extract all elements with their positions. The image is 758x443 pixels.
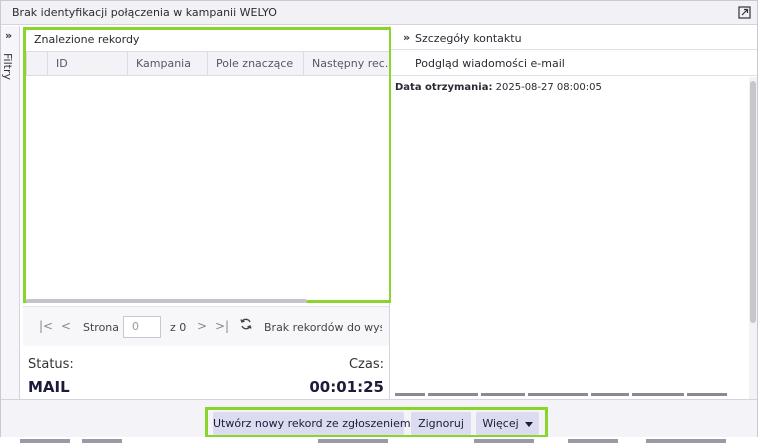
chevron-right-icon[interactable]: » [5, 29, 12, 42]
email-preview-body: Data otrzymania: 2025-08-27 08:00:05 [391, 77, 749, 399]
window-title: Brak identyfikacji połączenia w kampanii… [12, 6, 277, 19]
grid-header: ID Kampania Pole znaczące Następny rec..… [26, 51, 389, 76]
received-label: Data otrzymania: [395, 82, 493, 93]
horizontal-scrollbar[interactable] [26, 299, 307, 303]
more-button-label: Więcej [482, 417, 519, 430]
background-content-strip [0, 437, 758, 443]
footer-bar: Utwórz nowy rekord ze zgłoszeniem Zignor… [1, 399, 757, 438]
dialog-window: Brak identyfikacji połączenia w kampanii… [0, 0, 758, 438]
prev-page-icon[interactable]: < [61, 319, 71, 333]
status-value: MAIL [28, 378, 70, 396]
page-count: z 0 [170, 321, 187, 334]
action-button-group: Utwórz nowy rekord ze zgłoszeniem Zignor… [205, 407, 548, 438]
grid-header-spacer [26, 52, 47, 75]
contact-details-panel: » Szczegóły kontaktu Podgląd wiadomości … [391, 26, 757, 399]
time-value: 00:01:25 [309, 378, 384, 396]
page-label: Strona [83, 321, 120, 334]
filters-label: Filtry [0, 53, 14, 80]
received-value: 2025-08-27 08:00:05 [495, 82, 602, 93]
time-label: Czas: [348, 357, 384, 372]
status-area: Status: Czas: MAIL 00:01:25 [23, 350, 389, 398]
create-record-button[interactable]: Utwórz nowy rekord ze zgłoszeniem [213, 412, 411, 435]
caret-down-icon [524, 421, 533, 427]
contact-details-header[interactable]: » Szczegóły kontaktu [391, 26, 757, 50]
pager-empty-message: Brak rekordów do wyśw [264, 321, 382, 334]
refresh-icon[interactable] [239, 317, 253, 331]
truncated-email-text [395, 393, 745, 397]
tab-email-preview[interactable]: Podgląd wiadomości e-mail [391, 51, 757, 76]
contact-details-title: Szczegóły kontaktu [415, 32, 522, 45]
tab-email-preview-label: Podgląd wiadomości e-mail [415, 57, 565, 70]
column-header-next-record[interactable]: Następny rec... [303, 52, 389, 75]
last-page-icon[interactable]: >| [215, 319, 229, 333]
page-input[interactable]: 0 [123, 316, 161, 338]
column-header-key-field[interactable]: Pole znaczące [207, 52, 303, 75]
ignore-button[interactable]: Zignoruj [411, 412, 471, 435]
vertical-scrollbar-thumb[interactable] [750, 81, 756, 323]
chevron-right-icon[interactable]: » [403, 31, 410, 44]
next-page-icon[interactable]: > [197, 319, 207, 333]
first-page-icon[interactable]: |< [39, 319, 53, 333]
title-bar: Brak identyfikacji połączenia w kampanii… [1, 1, 757, 25]
more-button[interactable]: Więcej [476, 412, 539, 435]
records-panel: Znalezione rekordy ID Kampania Pole znac… [21, 26, 392, 399]
received-date-line: Data otrzymania: 2025-08-27 08:00:05 [395, 82, 602, 93]
column-header-campaign[interactable]: Kampania [127, 52, 207, 75]
found-records-grid: Znalezione rekordy ID Kampania Pole znac… [23, 27, 392, 303]
external-link-icon[interactable] [738, 6, 751, 19]
found-records-title: Znalezione rekordy [34, 33, 140, 46]
column-header-id[interactable]: ID [47, 52, 127, 75]
pager: |< < Strona 0 z 0 > >| Brak rekordów do … [23, 306, 389, 346]
status-label: Status: [28, 357, 74, 372]
filters-sidebar[interactable]: » Filtry [1, 26, 20, 399]
